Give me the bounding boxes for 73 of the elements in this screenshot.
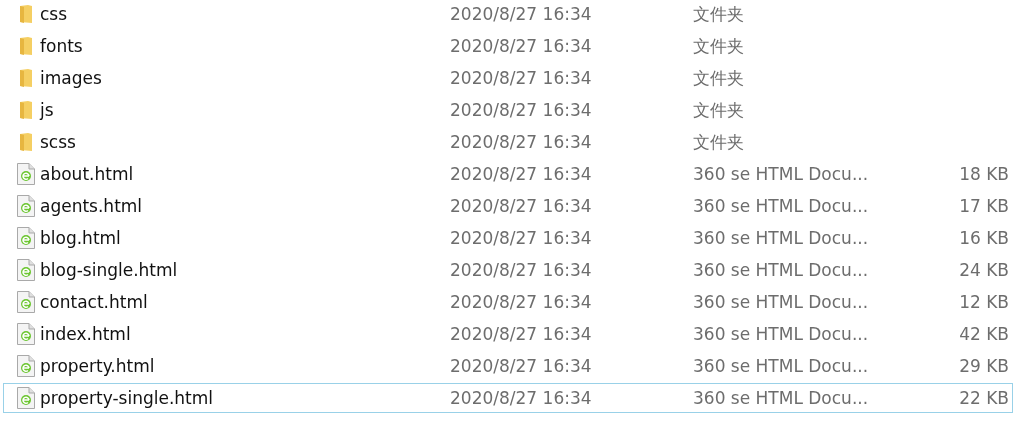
file-name: index.html [40, 324, 132, 344]
folder-icon [19, 36, 33, 56]
file-name: property-single.html [40, 388, 215, 408]
file-type: 360 se HTML Docu... [693, 324, 870, 344]
file-type: 文件夹 [693, 66, 745, 90]
document-icon [17, 227, 35, 249]
file-row[interactable]: blog.html 2020/8/27 16:34 360 se HTML Docu... 16 KB [3, 223, 1013, 253]
file-name: js [40, 100, 55, 120]
document-icon [17, 323, 35, 345]
file-type: 360 se HTML Docu... [693, 196, 870, 216]
document-icon [17, 291, 35, 313]
modified-date: 2020/8/27 16:34 [450, 68, 593, 88]
file-size: 22 KB [958, 388, 1010, 408]
modified-date: 2020/8/27 16:34 [450, 388, 593, 408]
modified-date: 2020/8/27 16:34 [450, 260, 593, 280]
file-type: 360 se HTML Docu... [693, 292, 870, 312]
file-row[interactable]: scss 2020/8/27 16:34 文件夹 [3, 127, 1013, 157]
file-type: 文件夹 [693, 2, 745, 26]
file-size: 29 KB [958, 356, 1010, 376]
file-row[interactable]: agents.html 2020/8/27 16:34 360 se HTML Docu... 17 KB [3, 191, 1013, 221]
document-icon [17, 195, 35, 217]
file-name: agents.html [40, 196, 144, 216]
file-name: blog.html [40, 228, 122, 248]
file-name: css [40, 4, 69, 24]
document-icon [17, 355, 35, 377]
file-size: 42 KB [958, 324, 1010, 344]
modified-date: 2020/8/27 16:34 [450, 164, 593, 184]
modified-date: 2020/8/27 16:34 [450, 356, 593, 376]
file-row[interactable]: index.html 2020/8/27 16:34 360 se HTML Docu... 42 KB [3, 319, 1013, 349]
file-size: 12 KB [958, 292, 1010, 312]
file-row[interactable]: fonts 2020/8/27 16:34 文件夹 [3, 31, 1013, 61]
file-size: 16 KB [958, 228, 1010, 248]
document-icon [17, 259, 35, 281]
file-type: 360 se HTML Docu... [693, 228, 870, 248]
modified-date: 2020/8/27 16:34 [450, 196, 593, 216]
file-type: 文件夹 [693, 98, 745, 122]
file-name: fonts [40, 36, 84, 56]
file-name: scss [40, 132, 77, 152]
folder-icon [19, 4, 33, 24]
file-type: 360 se HTML Docu... [693, 164, 870, 184]
modified-date: 2020/8/27 16:34 [450, 4, 593, 24]
file-row[interactable]: css 2020/8/27 16:34 文件夹 [3, 0, 1013, 29]
modified-date: 2020/8/27 16:34 [450, 132, 593, 152]
file-type: 文件夹 [693, 130, 745, 154]
file-row[interactable]: images 2020/8/27 16:34 文件夹 [3, 63, 1013, 93]
folder-icon [19, 100, 33, 120]
file-name: contact.html [40, 292, 149, 312]
file-name: images [40, 68, 103, 88]
folder-icon [19, 68, 33, 88]
file-name: blog-single.html [40, 260, 179, 280]
file-row[interactable]: blog-single.html 2020/8/27 16:34 360 se HTML Docu... 24 KB [3, 255, 1013, 285]
file-row[interactable]: about.html 2020/8/27 16:34 360 se HTML Docu... 18 KB [3, 159, 1013, 189]
modified-date: 2020/8/27 16:34 [450, 100, 593, 120]
file-size: 17 KB [958, 196, 1010, 216]
file-size: 24 KB [958, 260, 1010, 280]
modified-date: 2020/8/27 16:34 [450, 228, 593, 248]
modified-date: 2020/8/27 16:34 [450, 36, 593, 56]
file-type: 360 se HTML Docu... [693, 388, 870, 408]
file-name: about.html [40, 164, 135, 184]
folder-icon [19, 132, 33, 152]
file-row[interactable]: property-single.html 2020/8/27 16:34 360 se HTML Docu... 22 KB [3, 383, 1013, 413]
modified-date: 2020/8/27 16:34 [450, 324, 593, 344]
modified-date: 2020/8/27 16:34 [450, 292, 593, 312]
file-type: 文件夹 [693, 34, 745, 58]
document-icon [17, 163, 35, 185]
file-row[interactable]: property.html 2020/8/27 16:34 360 se HTML Docu... 29 KB [3, 351, 1013, 381]
file-row[interactable]: contact.html 2020/8/27 16:34 360 se HTML Docu... 12 KB [3, 287, 1013, 317]
file-name: property.html [40, 356, 156, 376]
file-size: 18 KB [958, 164, 1010, 184]
document-icon [17, 387, 35, 409]
file-row[interactable]: js 2020/8/27 16:34 文件夹 [3, 95, 1013, 125]
file-type: 360 se HTML Docu... [693, 356, 870, 376]
file-type: 360 se HTML Docu... [693, 260, 870, 280]
